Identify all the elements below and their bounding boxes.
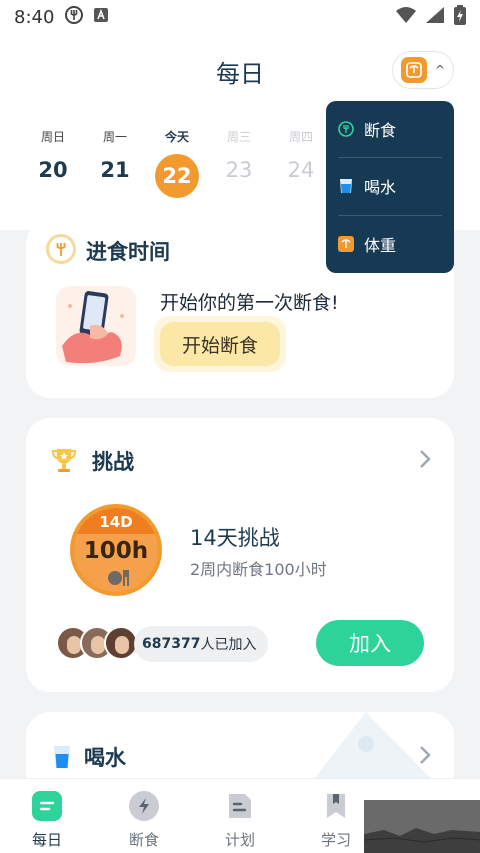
nav-item-plan[interactable]: 计划 [205, 791, 275, 850]
daily-icon [32, 791, 62, 821]
plate-cutlery-icon [106, 568, 132, 592]
status-time: 8:40 [14, 6, 55, 28]
phone-illustration [56, 286, 136, 366]
nav-label: 学习 [320, 831, 351, 849]
scale-icon [401, 57, 427, 83]
popup-item-label: 体重 [364, 236, 397, 255]
day-date: 22 [155, 154, 199, 198]
participants-suffix: 人已加入 [200, 637, 257, 653]
overlay-thumbnail [364, 800, 480, 853]
water-card-title: 喝水 [84, 746, 126, 770]
fasting-card-title: 进食时间 [86, 240, 170, 264]
scale-icon [338, 236, 354, 252]
divider [338, 157, 442, 158]
divider [338, 215, 442, 216]
signal-icon [426, 7, 444, 27]
popup-item-water[interactable]: 喝水 [338, 168, 442, 204]
water-cup-icon [338, 178, 354, 194]
challenge-badge: 14D 100h [70, 504, 162, 596]
plan-icon [225, 791, 255, 821]
day-name: 周三 [226, 130, 251, 144]
lightning-icon [129, 791, 159, 821]
nav-label: 计划 [224, 831, 255, 849]
day-date: 24 [287, 158, 315, 182]
chevron-right-icon[interactable] [418, 448, 432, 476]
fork-ring-icon [338, 121, 354, 137]
nav-item-daily[interactable]: 每日 [12, 791, 82, 850]
start-fasting-button-halo: 开始断食 [154, 316, 286, 372]
popup-item-label: 喝水 [364, 178, 397, 197]
metric-switch-button[interactable]: ^ [392, 51, 454, 89]
status-bar: 8:40 [0, 0, 480, 34]
day-name: 今天 [164, 130, 189, 144]
day-thursday[interactable]: 周四 24 [270, 128, 332, 182]
day-date: 23 [225, 158, 253, 182]
day-wednesday[interactable]: 周三 23 [208, 128, 270, 182]
challenge-card[interactable]: 挑战 14D 100h 14天挑战 2周内断食100小时 687377 人已加入… [26, 418, 454, 692]
trophy-icon [50, 446, 78, 478]
day-today[interactable]: 今天 22 [146, 128, 208, 198]
bookmark-icon [321, 791, 351, 821]
nav-item-fasting[interactable]: 断食 [109, 791, 179, 850]
challenge-name: 14天挑战 [190, 526, 280, 550]
day-date: 20 [38, 158, 68, 182]
challenge-description: 2周内断食100小时 [190, 560, 327, 579]
popup-item-weight[interactable]: 体重 [338, 226, 442, 262]
battery-icon [454, 5, 466, 29]
chevron-up-icon: ^ [435, 63, 446, 77]
popup-item-label: 断食 [364, 121, 397, 140]
nav-label: 每日 [31, 831, 62, 849]
metric-popup-menu: 断食 喝水 体重 [326, 101, 454, 273]
popup-item-fasting[interactable]: 断食 [338, 111, 442, 147]
water-cup-icon [52, 744, 72, 774]
fork-notification-icon [64, 5, 84, 29]
day-name: 周四 [288, 130, 313, 144]
participants-count: 687377 [142, 636, 201, 652]
day-name: 周日 [40, 130, 65, 144]
day-monday[interactable]: 周一 21 [84, 128, 146, 182]
chevron-right-icon[interactable] [418, 744, 432, 772]
start-fasting-prompt: 开始你的第一次断食! [160, 292, 339, 314]
badge-duration: 14D [74, 508, 158, 534]
day-sunday[interactable]: 周日 20 [22, 128, 84, 182]
join-challenge-button[interactable]: 加入 [316, 620, 424, 666]
nav-item-learn[interactable]: 学习 [301, 791, 371, 850]
day-name: 周一 [102, 130, 127, 144]
nav-label: 断食 [128, 831, 159, 849]
avatar [104, 626, 138, 660]
wifi-icon [396, 7, 416, 27]
badge-hours: 100h [83, 538, 149, 564]
participants-count-pill: 687377 人已加入 [134, 626, 268, 662]
day-date: 21 [100, 158, 130, 182]
fork-ring-icon [46, 234, 76, 264]
start-fasting-button[interactable]: 开始断食 [160, 322, 280, 366]
notification-a-icon [94, 8, 109, 26]
challenge-card-title: 挑战 [92, 450, 134, 474]
